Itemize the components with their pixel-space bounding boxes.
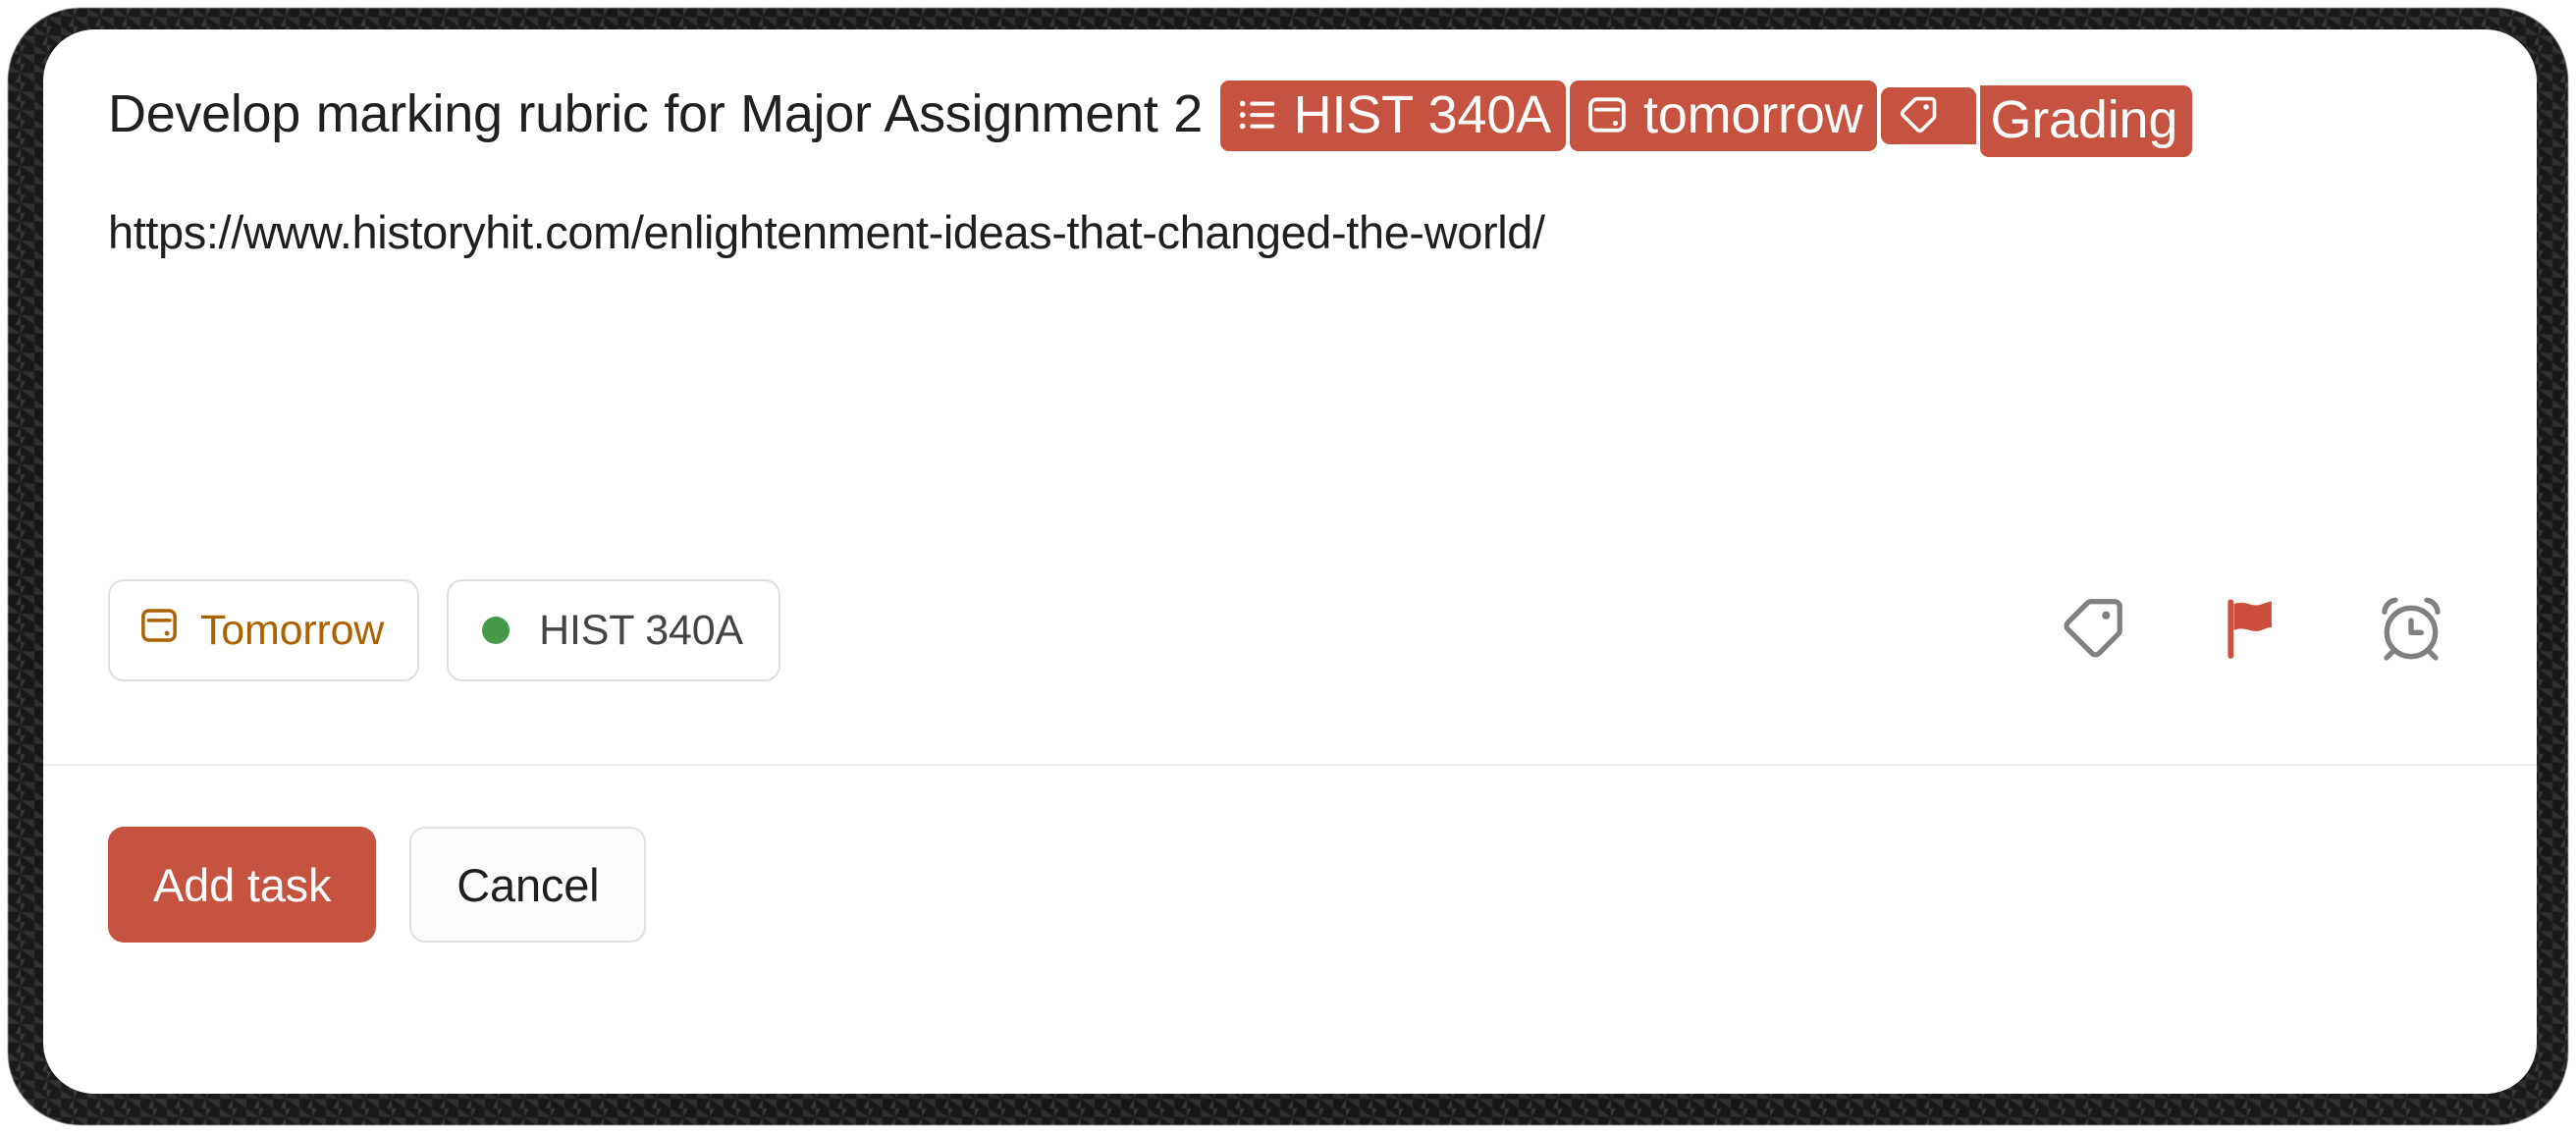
- alarm-clock-icon: [2372, 589, 2450, 673]
- attributes-left-group: Tomorrow HIST 340A: [108, 579, 780, 681]
- chip-label: Grading: [1990, 90, 2178, 150]
- task-attributes-toolbar: Tomorrow HIST 340A: [108, 579, 2472, 681]
- list-icon: [1235, 92, 1280, 137]
- attributes-right-group: [2052, 589, 2472, 672]
- cancel-button[interactable]: Cancel: [409, 827, 647, 943]
- quick-add-task-dialog: Develop marking rubric for Major Assignm…: [43, 29, 2537, 1094]
- due-date-label: Tomorrow: [200, 606, 385, 654]
- chip-label-grading[interactable]: Grading: [1980, 85, 2193, 157]
- project-label: HIST 340A: [539, 606, 743, 654]
- add-task-button[interactable]: Add task: [108, 827, 377, 943]
- chip-label: tomorrow: [1643, 85, 1863, 144]
- priority-button[interactable]: [2211, 589, 2293, 672]
- chip-project-hist340a[interactable]: HIST 340A: [1219, 81, 1567, 152]
- chip-label-tag[interactable]: [1881, 87, 1977, 145]
- flag-icon: [2215, 591, 2289, 671]
- project-button[interactable]: HIST 340A: [447, 579, 780, 681]
- reminders-button[interactable]: [2370, 589, 2452, 672]
- project-color-dot: [482, 617, 510, 644]
- tag-icon: [1896, 92, 1941, 137]
- task-title-text: Develop marking rubric for Major Assignm…: [108, 84, 1218, 144]
- chip-date-tomorrow[interactable]: tomorrow: [1570, 81, 1878, 152]
- calendar-icon: [137, 604, 181, 658]
- tag-icon: [2056, 591, 2130, 671]
- dialog-footer: Add task Cancel: [43, 766, 2537, 1094]
- calendar-icon: [1584, 92, 1630, 137]
- chip-label: HIST 340A: [1293, 85, 1552, 144]
- task-title-input[interactable]: Develop marking rubric for Major Assignm…: [108, 75, 2472, 157]
- due-date-button[interactable]: Tomorrow: [108, 579, 420, 681]
- task-description-input[interactable]: https://www.historyhit.com/enlightenment…: [108, 202, 2472, 262]
- labels-button[interactable]: [2052, 589, 2134, 672]
